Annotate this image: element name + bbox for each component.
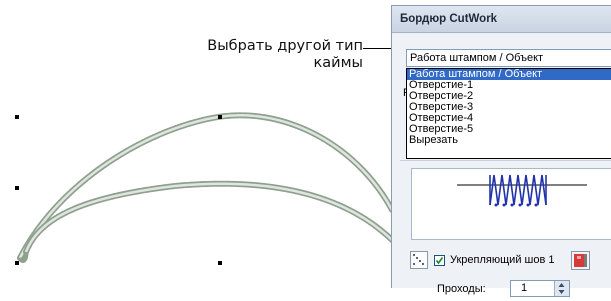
passes-value: 1 bbox=[521, 282, 528, 294]
stitch-type-button[interactable] bbox=[410, 251, 428, 269]
color-swatch-icon bbox=[574, 254, 587, 267]
reinforce-checkbox[interactable] bbox=[434, 255, 445, 266]
cutwork-border-panel: Бордюр CutWork Р Работа штампом / Объект… bbox=[391, 5, 611, 297]
border-type-dropdown-list[interactable]: Работа штампом / Объект Отверстие-1 Отве… bbox=[406, 68, 611, 159]
reinforce-stitch-row: Укрепляющий шов 1 bbox=[410, 250, 610, 272]
selection-handle bbox=[15, 186, 19, 190]
selection-handle bbox=[218, 261, 222, 265]
selection-handles[interactable] bbox=[15, 115, 222, 265]
panel-title: Бордюр CutWork bbox=[392, 6, 611, 33]
panel-divider bbox=[400, 160, 611, 161]
checkmark-icon bbox=[435, 257, 444, 265]
passes-label: Проходы: bbox=[437, 283, 486, 295]
embroidery-arc-object[interactable] bbox=[17, 112, 395, 263]
selection-handle bbox=[218, 115, 222, 119]
callout-line-2: каймы bbox=[313, 55, 363, 71]
callout-line-1: Выбрать другой тип bbox=[207, 38, 363, 54]
spinner-arrows-glyph bbox=[558, 283, 565, 294]
stitch-preview bbox=[411, 168, 611, 240]
color-button[interactable] bbox=[571, 251, 590, 270]
dropdown-option-cut[interactable]: Вырезать bbox=[407, 135, 611, 146]
callout-text: Выбрать другой тип каймы bbox=[123, 38, 363, 72]
reinforce-label: Укрепляющий шов 1 bbox=[450, 254, 555, 266]
diagonal-dots-icon bbox=[413, 254, 424, 265]
selection-handle bbox=[15, 261, 19, 265]
zigzag-stitch-preview-icon bbox=[457, 174, 587, 207]
border-type-select[interactable]: Работа штампом / Объект bbox=[406, 49, 611, 67]
spinner-arrows-icon[interactable] bbox=[554, 281, 569, 296]
selection-handle bbox=[15, 115, 19, 119]
passes-spinner[interactable]: 1 bbox=[510, 280, 570, 297]
